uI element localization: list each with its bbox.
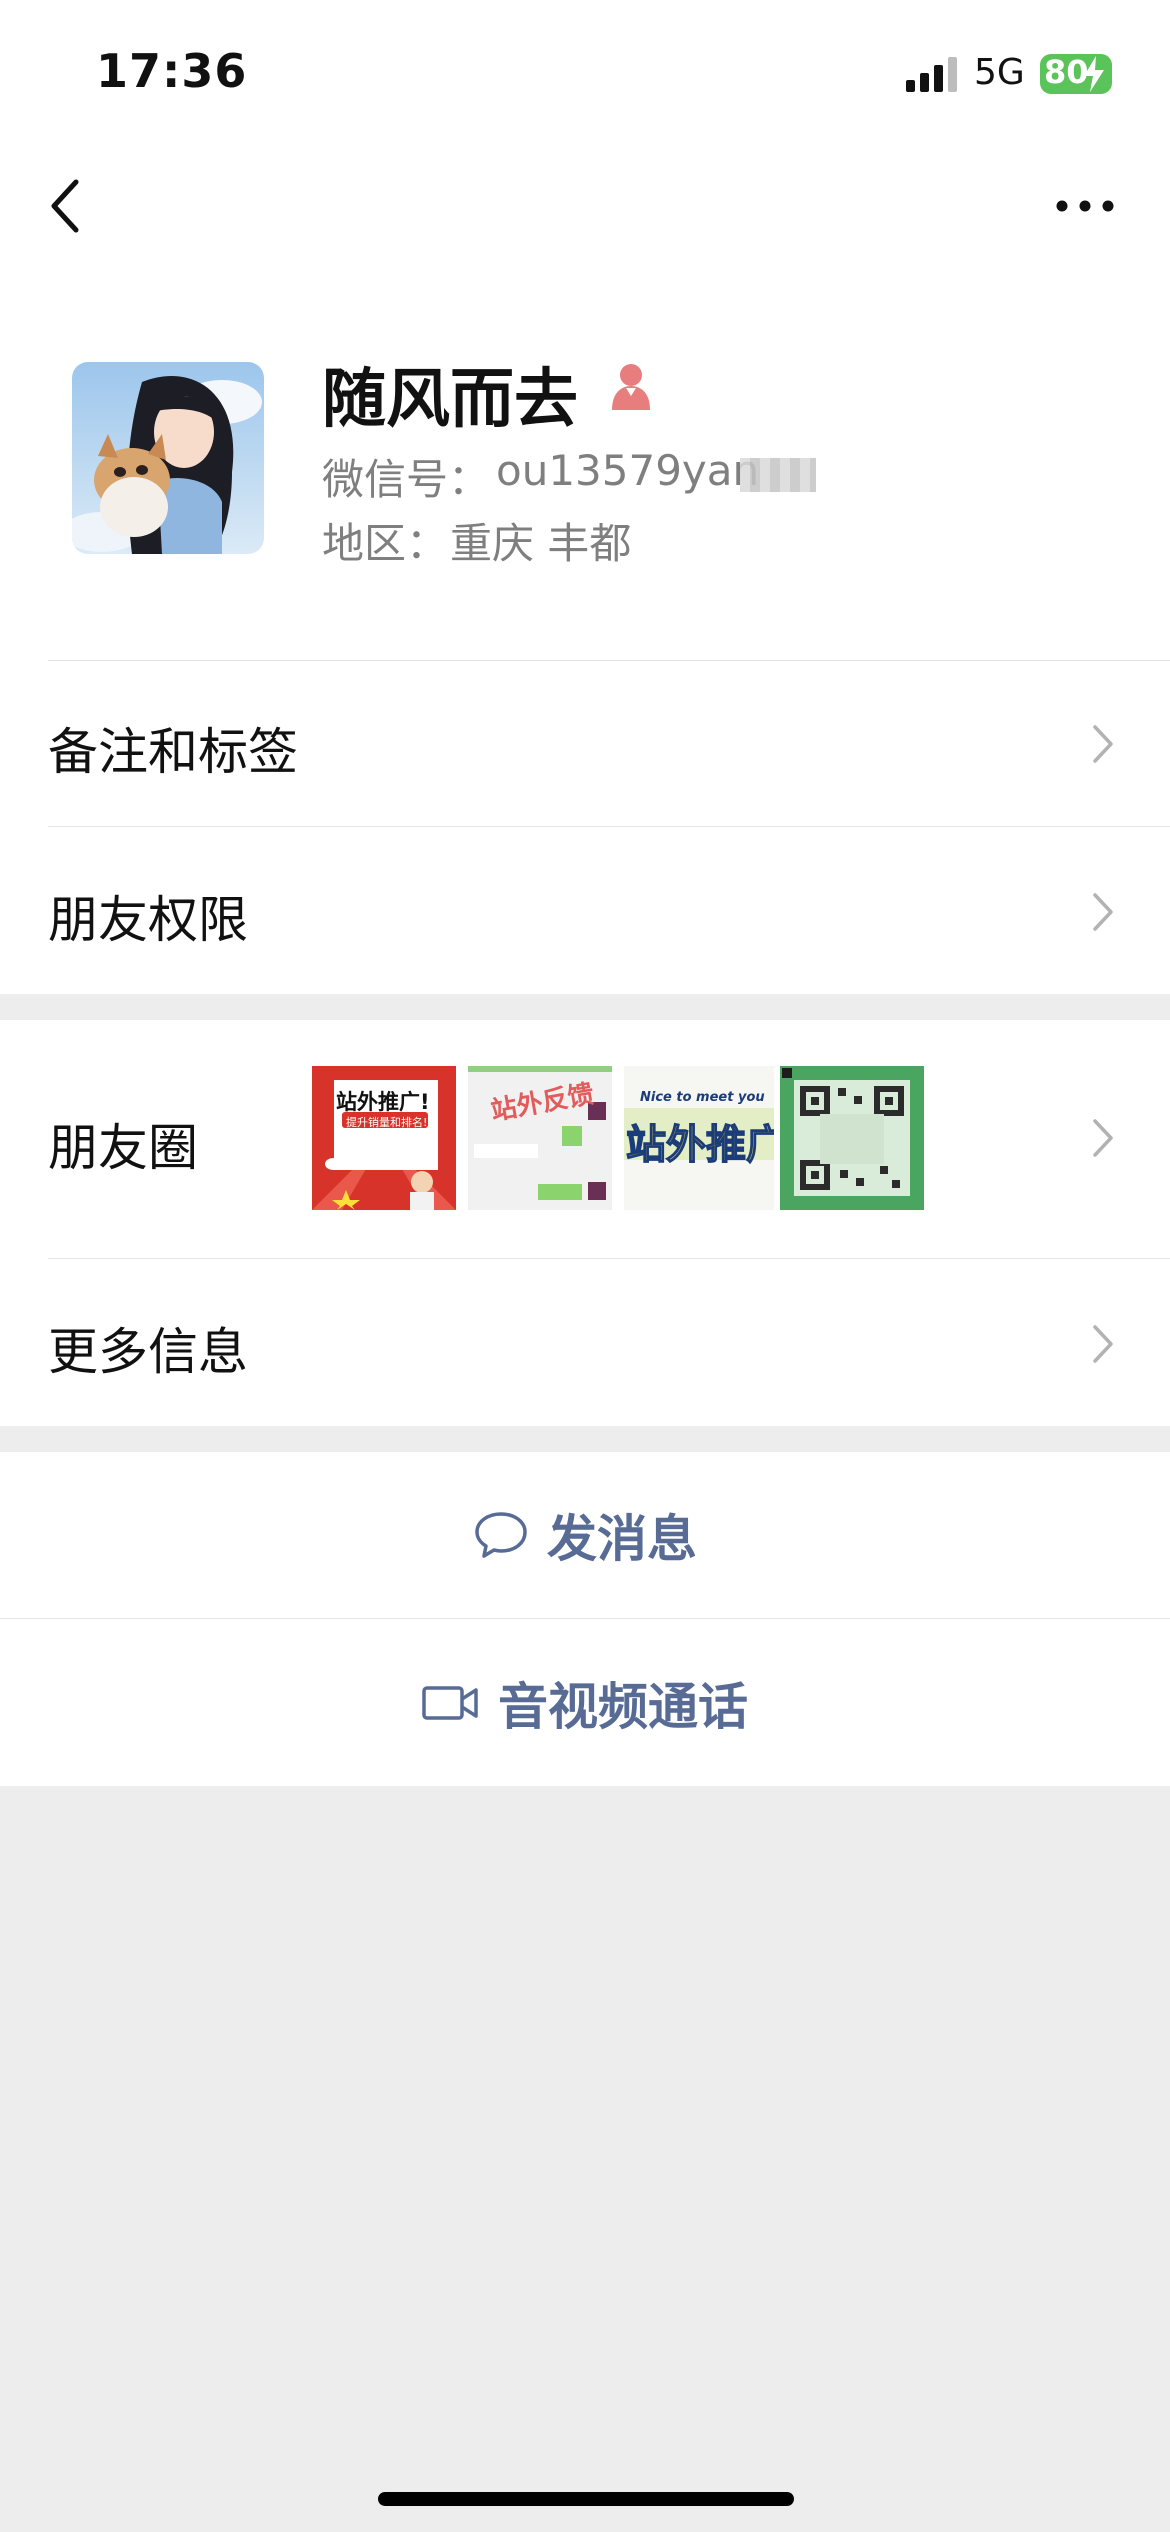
more-info-label: 更多信息 [48,1323,248,1381]
back-chevron-icon[interactable] [48,178,84,234]
signal-icon [906,57,957,92]
moments-thumbnail: Nice to meet you 站外推广 [624,1066,774,1210]
friend-permissions-label: 朋友权限 [48,891,248,949]
charging-bolt-icon [1084,56,1104,92]
thumb-title: 站外推广! [336,1090,430,1114]
thumb-caption: Nice to meet you [640,1090,765,1105]
region-label: 地区： [322,519,449,568]
moments-label: 朋友圈 [48,1119,198,1177]
send-message-label: 发消息 [547,1510,697,1568]
video-camera-icon [422,1685,478,1720]
status-time: 17:36 [96,44,248,98]
chat-bubble-icon [475,1512,527,1558]
moments-thumbnail: 站外推广! 提升销量和排名! [312,1066,456,1210]
chevron-right-icon [1093,893,1113,931]
chevron-right-icon [1093,1325,1113,1363]
thumb-title: 站外推广 [625,1121,774,1169]
nickname: 随风而去 [322,363,578,437]
female-gender-icon [612,364,650,410]
send-message-button[interactable]: 发消息 [0,1452,1170,1618]
moments-thumbnail: 站外反馈 [468,1066,612,1210]
wechat-id-redaction [740,458,816,492]
wechat-id-value: ou13579yan [496,446,760,495]
voice-video-call-label: 音视频通话 [498,1677,748,1736]
voice-video-call-button[interactable]: 音视频通话 [0,1619,1170,1786]
home-indicator[interactable] [378,2492,794,2506]
thumb-subtitle: 提升销量和排名! [346,1116,428,1129]
region-value: 重庆 丰都 [450,519,632,568]
moments-thumbnail [780,1066,924,1210]
more-options-icon[interactable] [1054,196,1116,216]
wechat-id-label: 微信号： [322,455,491,504]
avatar[interactable] [72,362,264,554]
chevron-right-icon [1093,1119,1113,1157]
moments-thumbnails[interactable]: 站外推广! 提升销量和排名! 站外反馈 Nice to meet you 站外推… [312,1066,926,1210]
remarks-tags-label: 备注和标签 [48,723,298,781]
network-type: 5G [974,52,1025,93]
chevron-right-icon [1093,725,1113,763]
